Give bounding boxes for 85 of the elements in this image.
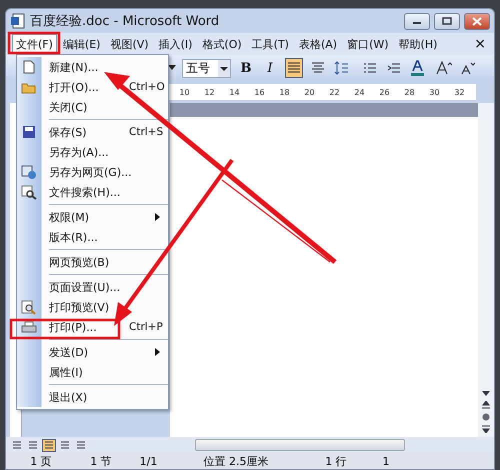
italic-button[interactable]: I (261, 58, 279, 78)
menu-item[interactable]: 编辑(E) (58, 34, 104, 54)
view-icon (12, 440, 22, 450)
maximize-button[interactable] (434, 12, 460, 30)
close-icon (472, 16, 482, 26)
word-document-icon (10, 13, 26, 29)
ruler-number: 18 (278, 88, 291, 96)
ruler-number: 26 (378, 88, 391, 96)
menu-item[interactable]: 视图(V) (106, 34, 153, 54)
menu-option[interactable]: 关闭(C) (17, 97, 168, 117)
search-icon (21, 184, 37, 200)
menu-option[interactable]: 打开(O)... Ctrl+O (17, 77, 168, 97)
ruler-number: 14 (228, 88, 241, 96)
highlight-rectangle (8, 32, 60, 54)
view-icon (76, 440, 86, 450)
page-icon (23, 60, 35, 74)
menu-item[interactable]: 工具(T) (248, 34, 293, 54)
indent-icon (387, 62, 401, 74)
menu-option[interactable]: 页面设置(U)... (17, 277, 168, 297)
ruler-number: 22 (328, 88, 341, 96)
ruler-number: 30 (428, 88, 441, 96)
menu-option[interactable]: 版本(R)... (17, 227, 168, 247)
menu-option[interactable]: 权限(M) (17, 207, 168, 227)
view-icon (60, 440, 70, 450)
menu-option[interactable]: 打印预览(V) (17, 297, 168, 317)
menu-option[interactable]: 新建(N)... (17, 57, 168, 77)
dropdown-arrow-icon[interactable] (168, 65, 176, 71)
printer-icon (21, 320, 37, 334)
align-left-button[interactable] (285, 58, 303, 78)
ruler-number: 24 (353, 88, 366, 96)
view-button[interactable] (74, 438, 88, 452)
ruler-number: 32 (453, 88, 466, 96)
shrink-font-icon (461, 61, 475, 75)
menu-option[interactable]: 文件搜索(H)... (17, 182, 168, 202)
grow-font-icon (436, 61, 452, 75)
menu-item[interactable]: 帮助(H) (394, 34, 442, 54)
menu-item[interactable]: 表格(A) (294, 34, 342, 54)
minimize-button[interactable] (404, 12, 430, 30)
previous-page-icon[interactable] (482, 401, 490, 409)
menu-option[interactable]: 另存为(A)... (17, 142, 168, 162)
menu-option[interactable]: 保存(S) Ctrl+S (17, 122, 168, 142)
menu-item[interactable]: 窗口(W) (343, 34, 393, 54)
view-icon (44, 440, 54, 450)
view-button[interactable] (58, 438, 72, 452)
menu-option[interactable]: 发送(D) (17, 342, 168, 362)
submenu-arrow-icon (155, 348, 160, 356)
close-document-button[interactable]: × (474, 36, 486, 52)
window-title: 百度经验.doc - Microsoft Word (30, 13, 220, 30)
view-icon (28, 440, 38, 450)
menu-option[interactable]: 另存为网页(G)... (17, 162, 168, 182)
print-preview-icon (21, 300, 37, 314)
horizontal-scrollbar[interactable] (195, 439, 405, 451)
next-page-icon[interactable] (482, 425, 490, 433)
view-button[interactable] (10, 438, 24, 452)
align-center-icon (311, 62, 325, 74)
browse-object-icon[interactable] (482, 413, 490, 421)
align-left-icon (287, 62, 301, 74)
ruler-number: 28 (403, 88, 416, 96)
ruler-number: 12 (203, 88, 216, 96)
ruler-number: 16 (253, 88, 266, 96)
status-text: 1 (382, 454, 390, 468)
scroll-down-icon[interactable] (482, 391, 490, 397)
font-size-dropdown[interactable]: 五号 (182, 58, 231, 78)
bold-button[interactable]: B (237, 58, 255, 78)
menu-item[interactable]: 格式(O) (198, 34, 246, 54)
status-text: 位置 2.5厘米 (202, 454, 270, 468)
floppy-icon (22, 125, 36, 139)
status-text: 1 节 (89, 454, 113, 468)
vertical-scrollbar[interactable] (478, 103, 494, 437)
ruler-number: 20 (303, 88, 316, 96)
view-button[interactable] (42, 438, 56, 452)
maximize-icon (442, 17, 452, 25)
menu-item[interactable]: 插入(I) (154, 34, 196, 54)
close-button[interactable] (464, 12, 490, 30)
submenu-arrow-icon (155, 213, 160, 221)
status-text: 1/1 (138, 454, 158, 468)
webpage-icon (21, 165, 37, 179)
menu-option[interactable]: 退出(X) (17, 387, 168, 407)
bullet-list-icon (363, 62, 377, 74)
ruler-number: 10 (178, 88, 191, 96)
view-button[interactable] (26, 438, 40, 452)
status-text: 1 页 (29, 454, 53, 468)
menu-option[interactable]: 属性(I) (17, 362, 168, 382)
menu-option[interactable]: 网页预览(B) (17, 252, 168, 272)
status-text: 1 行 (324, 454, 348, 468)
